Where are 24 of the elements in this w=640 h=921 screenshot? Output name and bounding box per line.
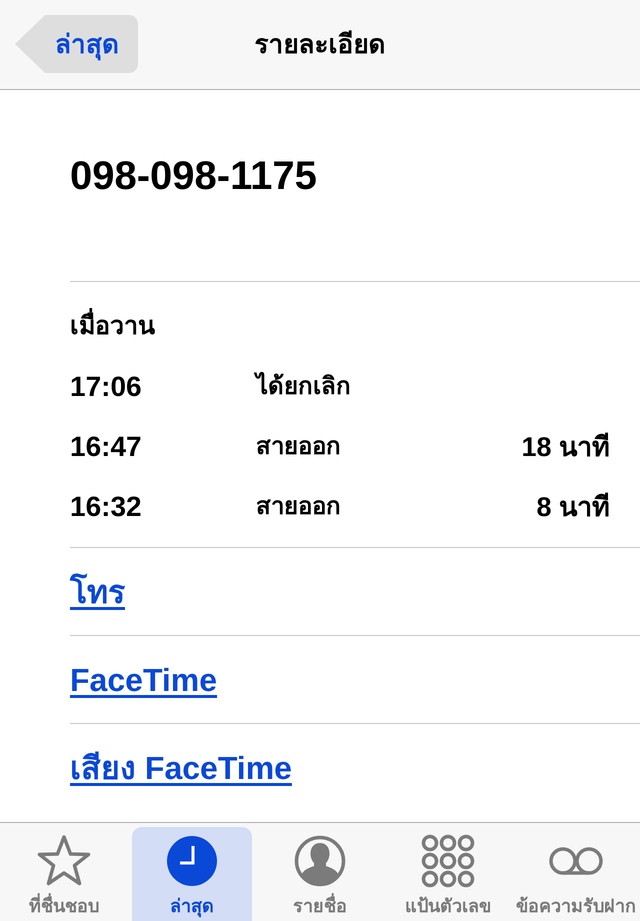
tab-bar-item[interactable]: ล่าสุด: [132, 827, 252, 921]
call-duration: 8 นาที: [536, 490, 610, 524]
person-silhouette-icon: [293, 834, 347, 888]
tab-bar-item[interactable]: แป้นตัวเลข: [388, 827, 508, 921]
screen-title: รายละเอียด: [254, 28, 386, 60]
tab-bar-item[interactable]: รายชื่อ: [260, 827, 380, 921]
call-time: 16:47: [70, 430, 143, 464]
call-type: สายออก: [256, 492, 342, 522]
back-button[interactable]: ล่าสุด: [15, 15, 138, 73]
call-time: 16:32: [70, 490, 143, 524]
action-link[interactable]: FaceTime: [70, 656, 218, 704]
keypad-icon: [421, 834, 475, 888]
tab-bar-item[interactable]: ที่ชื่นชอบ: [4, 827, 124, 921]
call-type: สายออก: [256, 432, 342, 462]
day-label: เมื่อวาน: [70, 297, 640, 357]
phone-number: 098-098-1175: [70, 152, 317, 200]
call-duration: 18 นาที: [521, 430, 610, 464]
star-icon: [37, 834, 91, 888]
action-link[interactable]: เสียง FaceTime: [70, 744, 292, 792]
call-type: ได้ยกเลิก: [256, 369, 610, 405]
tab-bar-item[interactable]: ข้อความรับฝาก: [516, 827, 636, 921]
call-time: 17:06: [70, 370, 143, 404]
clock-icon: [165, 834, 219, 888]
action-link[interactable]: โทร: [70, 568, 125, 616]
